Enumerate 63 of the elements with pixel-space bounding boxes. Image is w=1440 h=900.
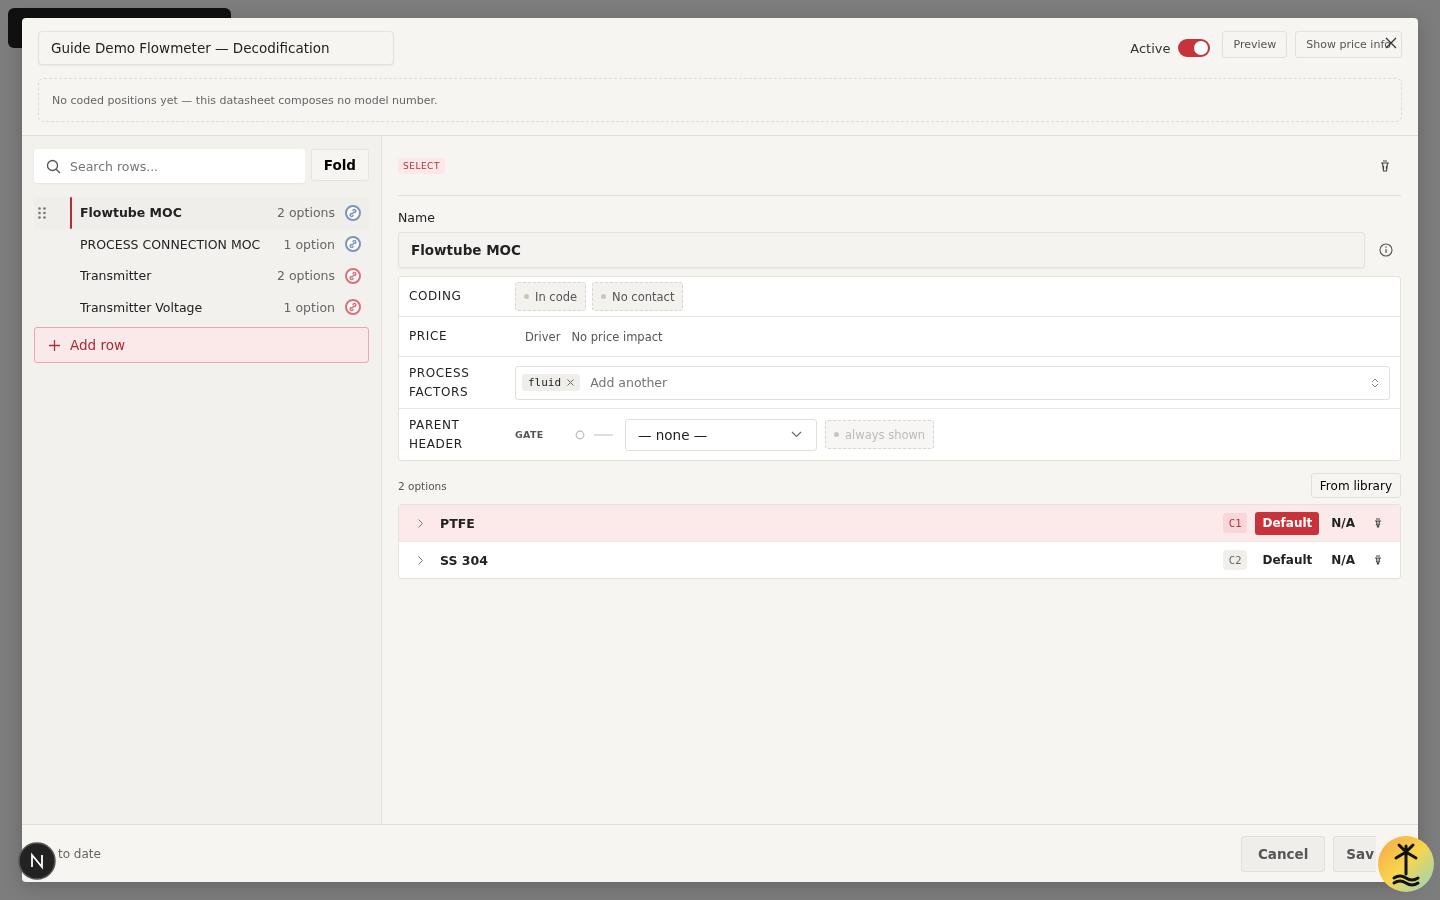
option-count: 2 options: [277, 205, 335, 221]
plus-icon: [49, 339, 60, 351]
status-chip: always shown: [825, 420, 935, 449]
option-count: 2 options: [277, 268, 335, 284]
default-button[interactable]: Default: [1255, 511, 1320, 535]
option-code: C1: [1222, 513, 1248, 533]
search-field[interactable]: Search rows...: [34, 149, 305, 183]
option-name: SS 304: [440, 552, 489, 568]
cancel-button[interactable]: Cancel: [1240, 835, 1326, 872]
option-price: N/A: [1331, 553, 1355, 567]
notice-text: No coded positions yet — this datasheet composes no model number.: [52, 93, 438, 107]
option-count: 1 option: [283, 236, 335, 252]
chevron-right-icon: [418, 555, 423, 565]
parent-select[interactable]: — none —: [625, 418, 817, 451]
drag-handle-icon: [38, 207, 46, 219]
chevron-down-icon: [791, 431, 802, 438]
property-label: CODING: [408, 288, 463, 305]
option-row[interactable]: SS 304 C2 Default N/A: [399, 542, 1400, 578]
row-name: Transmitter Voltage: [80, 299, 204, 315]
sidebar-item[interactable]: Transmitter Voltage 1 option: [34, 291, 369, 323]
connector-icon: [575, 429, 613, 440]
library-button[interactable]: From library: [1310, 473, 1401, 498]
sidebar-item[interactable]: PROCESS CONNECTION MOC 1 option: [34, 228, 369, 260]
active-label: Active: [1130, 40, 1171, 56]
add-row-button[interactable]: Add row: [34, 327, 369, 363]
row-name: Flowtube MOC: [80, 205, 183, 221]
search-icon: [46, 159, 61, 174]
status-text: to date: [58, 846, 101, 861]
option-code: C2: [1222, 550, 1248, 570]
options-count: 2 options: [398, 479, 447, 492]
row-name: PROCESS CONNECTION MOC: [80, 236, 262, 252]
user-avatar[interactable]: [18, 842, 56, 880]
status-chip[interactable]: No contact: [592, 282, 684, 311]
option-count: 1 option: [283, 299, 335, 315]
sidebar-item[interactable]: Transmitter 2 options: [34, 260, 369, 292]
default-button[interactable]: Default: [1255, 548, 1320, 572]
header-button[interactable]: Preview: [1222, 30, 1288, 58]
property-value: No price impact: [571, 329, 663, 344]
tag-input[interactable]: Add another: [588, 374, 1363, 391]
option-name: PTFE: [440, 515, 476, 531]
option-row[interactable]: PTFE C1 Default N/A: [399, 505, 1400, 542]
option-price: N/A: [1331, 516, 1355, 530]
property-label: PROCESS FACTORS: [408, 364, 471, 401]
status-chip[interactable]: In code: [515, 282, 587, 311]
chevron-right-icon: [418, 518, 423, 528]
sort-icon: [1371, 377, 1379, 388]
remove-icon: [567, 379, 575, 386]
type-badge: SELECT: [398, 158, 445, 174]
palm-tree-icon[interactable]: [1378, 836, 1434, 892]
field-label: Name: [398, 210, 436, 225]
fold-button[interactable]: Fold: [310, 149, 369, 181]
property-label: PARENT HEADER: [408, 416, 464, 453]
info-icon: [1379, 243, 1393, 257]
property-value: Driver: [525, 329, 561, 344]
gate-label: GATE: [515, 429, 545, 440]
row-name: Transmitter: [80, 268, 153, 284]
tags-field[interactable]: fluid Add another: [515, 365, 1390, 400]
property-label: PRICE: [408, 328, 449, 345]
tag: fluid: [522, 374, 581, 391]
active-toggle[interactable]: [1178, 39, 1211, 57]
title-field[interactable]: Guide Demo Flowmeter — Decodification: [38, 31, 394, 65]
name-field[interactable]: Flowtube MOC: [398, 232, 1365, 268]
save-button[interactable]: Sav: [1333, 835, 1376, 872]
